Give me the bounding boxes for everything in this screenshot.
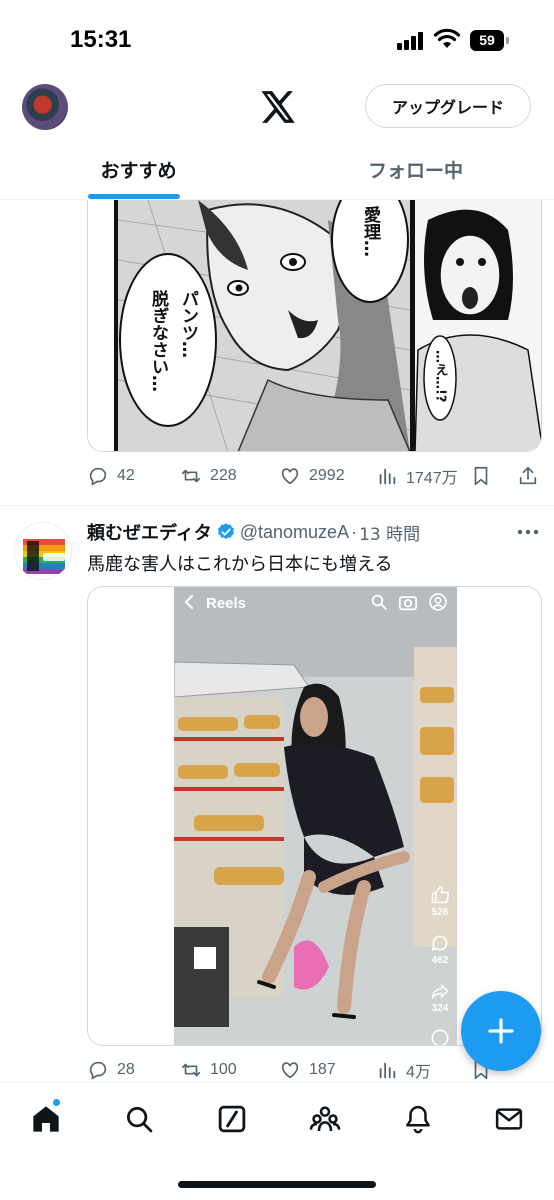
reel-comment-count: 462 <box>431 955 449 966</box>
video-profile-icon <box>429 593 447 611</box>
more-options-icon[interactable] <box>514 524 542 540</box>
x-logo-icon <box>261 91 295 123</box>
author-name[interactable]: 頼むぜエディタ <box>87 519 212 545</box>
repost-count: 228 <box>210 467 237 484</box>
reel-share-count: 324 <box>431 1003 449 1014</box>
tweet-timestamp[interactable]: 13 時間 <box>359 520 420 545</box>
timeline-tabs: おすすめ フォロー中 <box>0 140 554 200</box>
reply-button[interactable]: 42 <box>87 461 135 491</box>
tweet1-actions: 42 228 2992 1747万 <box>87 461 542 491</box>
manga-bubble-left-1: パンツ… <box>178 290 199 358</box>
repost-button[interactable]: 228 <box>180 461 237 491</box>
notifications-icon <box>406 1105 430 1134</box>
like-button[interactable]: 2992 <box>279 461 345 491</box>
reply-icon <box>89 467 107 486</box>
author-handle[interactable]: @tanomuzeA <box>240 522 349 543</box>
home-indicator <box>178 1181 376 1188</box>
reel-like-count: 526 <box>431 907 449 918</box>
wifi-icon <box>433 28 461 48</box>
heart-icon <box>281 468 299 485</box>
like-count: 2992 <box>309 467 345 484</box>
search-icon <box>127 1107 153 1133</box>
reply-count: 42 <box>117 467 135 484</box>
meta-separator: · <box>351 521 358 542</box>
upgrade-button[interactable]: アップグレード <box>365 84 531 128</box>
views-count: 4万 <box>406 1064 431 1081</box>
share-icon <box>519 466 537 485</box>
repost-button[interactable]: 100 <box>180 1055 237 1085</box>
tab-following[interactable]: フォロー中 <box>277 140 554 198</box>
status-bar: 15:31 59 <box>0 0 554 80</box>
battery-icon: 59 <box>470 30 510 51</box>
active-tab-indicator <box>88 194 180 199</box>
tweet-image-manga[interactable]: パンツ… 脱ぎなさい… 愛理… …え…!? <box>87 200 542 452</box>
plus-icon <box>488 1018 514 1044</box>
views-button[interactable]: 1747万 <box>376 461 458 491</box>
compose-post-button[interactable] <box>461 991 541 1071</box>
like-count: 187 <box>309 1061 336 1078</box>
bookmark-icon <box>474 466 488 486</box>
views-icon <box>379 468 396 485</box>
tweet-author-avatar[interactable] <box>14 522 72 580</box>
tweet-text: 馬鹿な害人はこれから日本にも増える <box>87 554 393 575</box>
reels-label: Reels <box>206 595 247 612</box>
views-count: 1747万 <box>406 470 458 487</box>
status-time: 15:31 <box>70 26 132 53</box>
nav-messages[interactable] <box>491 1101 527 1137</box>
back-chevron-icon[interactable] <box>182 593 196 611</box>
repost-icon <box>181 469 201 483</box>
tweet-divider <box>0 505 554 506</box>
share-button[interactable] <box>517 461 547 491</box>
battery-level: 59 <box>470 30 504 51</box>
verified-badge-icon <box>217 523 234 540</box>
reply-icon <box>89 1061 107 1080</box>
tweet-video[interactable]: Reels 526 462 324 <box>87 586 542 1046</box>
views-icon <box>379 1062 396 1079</box>
nav-communities[interactable] <box>307 1101 343 1137</box>
cellular-signal-icon <box>397 32 427 50</box>
notification-dot <box>52 1098 61 1107</box>
tweet-header: 頼むぜエディタ @tanomuzeA · 13 時間 <box>87 518 420 546</box>
repost-count: 100 <box>210 1061 237 1078</box>
video-frame <box>174 587 457 1045</box>
video-search-icon <box>371 594 387 610</box>
messages-icon <box>495 1108 523 1130</box>
reply-count: 28 <box>117 1061 135 1078</box>
whatsapp-icon <box>431 1029 449 1045</box>
nav-search[interactable] <box>121 1101 157 1137</box>
profile-avatar[interactable] <box>22 84 68 130</box>
nav-notifications[interactable] <box>400 1101 436 1137</box>
heart-icon <box>281 1062 299 1079</box>
manga-illustration: パンツ… 脱ぎなさい… 愛理… …え…!? <box>88 200 541 451</box>
reel-comment-icon <box>431 935 448 951</box>
video-player[interactable]: Reels 526 462 324 <box>174 587 457 1045</box>
reel-like-icon <box>431 885 450 904</box>
tab-for-you[interactable]: おすすめ <box>0 140 277 198</box>
manga-bubble-top: 愛理… <box>360 205 381 257</box>
reel-share-icon <box>431 984 449 999</box>
nav-home[interactable] <box>28 1098 64 1137</box>
views-button[interactable]: 4万 <box>376 1055 431 1085</box>
communities-icon <box>309 1106 341 1132</box>
manga-bubble-right: …え…!? <box>433 350 448 402</box>
manga-bubble-left-2: 脱ぎなさい… <box>148 289 169 392</box>
camera-icon <box>398 596 418 611</box>
rainbow-logo-icon <box>23 539 65 574</box>
repost-icon <box>181 1063 201 1077</box>
grok-icon <box>218 1105 246 1133</box>
bookmark-button[interactable] <box>470 461 500 491</box>
reply-button[interactable]: 28 <box>87 1055 135 1085</box>
home-icon <box>33 1106 59 1132</box>
nav-grok[interactable] <box>214 1101 250 1137</box>
like-button[interactable]: 187 <box>279 1055 336 1085</box>
